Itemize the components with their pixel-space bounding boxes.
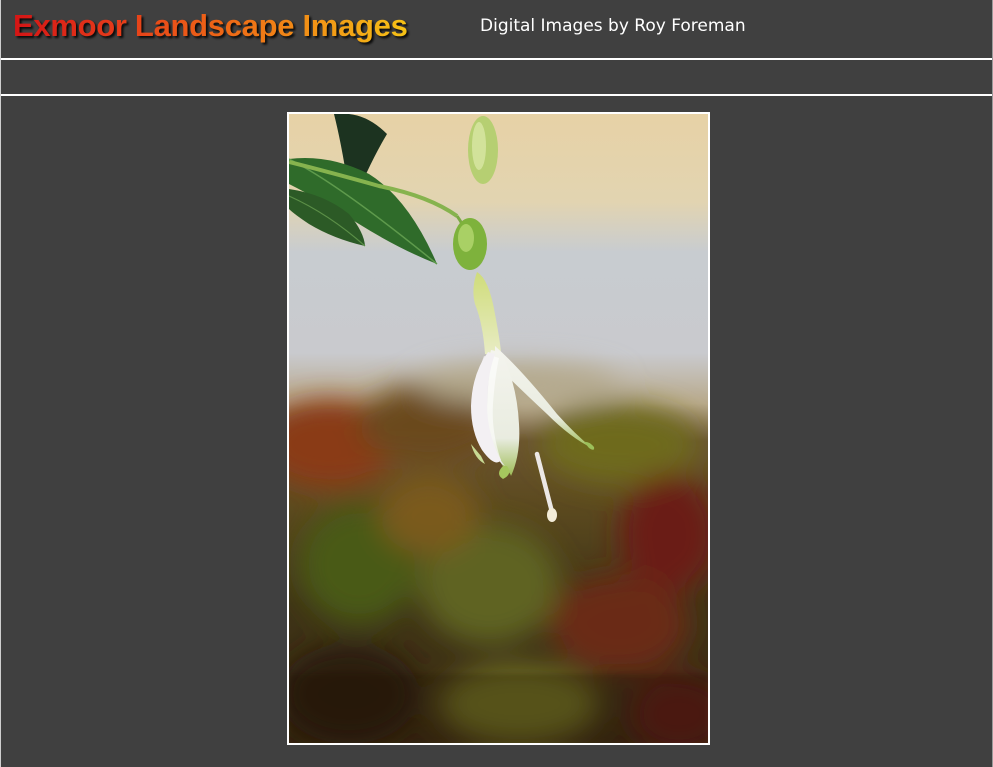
site-subtitle: Digital Images by Roy Foreman: [480, 16, 746, 36]
nav-bar: [1, 60, 992, 96]
fuchsia-flower-photo: [289, 114, 708, 743]
site-title[interactable]: Exmoor Landscape Images: [13, 8, 408, 44]
site-header: Exmoor Landscape Images Digital Images b…: [1, 0, 992, 60]
photo-frame: [287, 112, 710, 745]
page: Exmoor Landscape Images Digital Images b…: [0, 0, 993, 767]
